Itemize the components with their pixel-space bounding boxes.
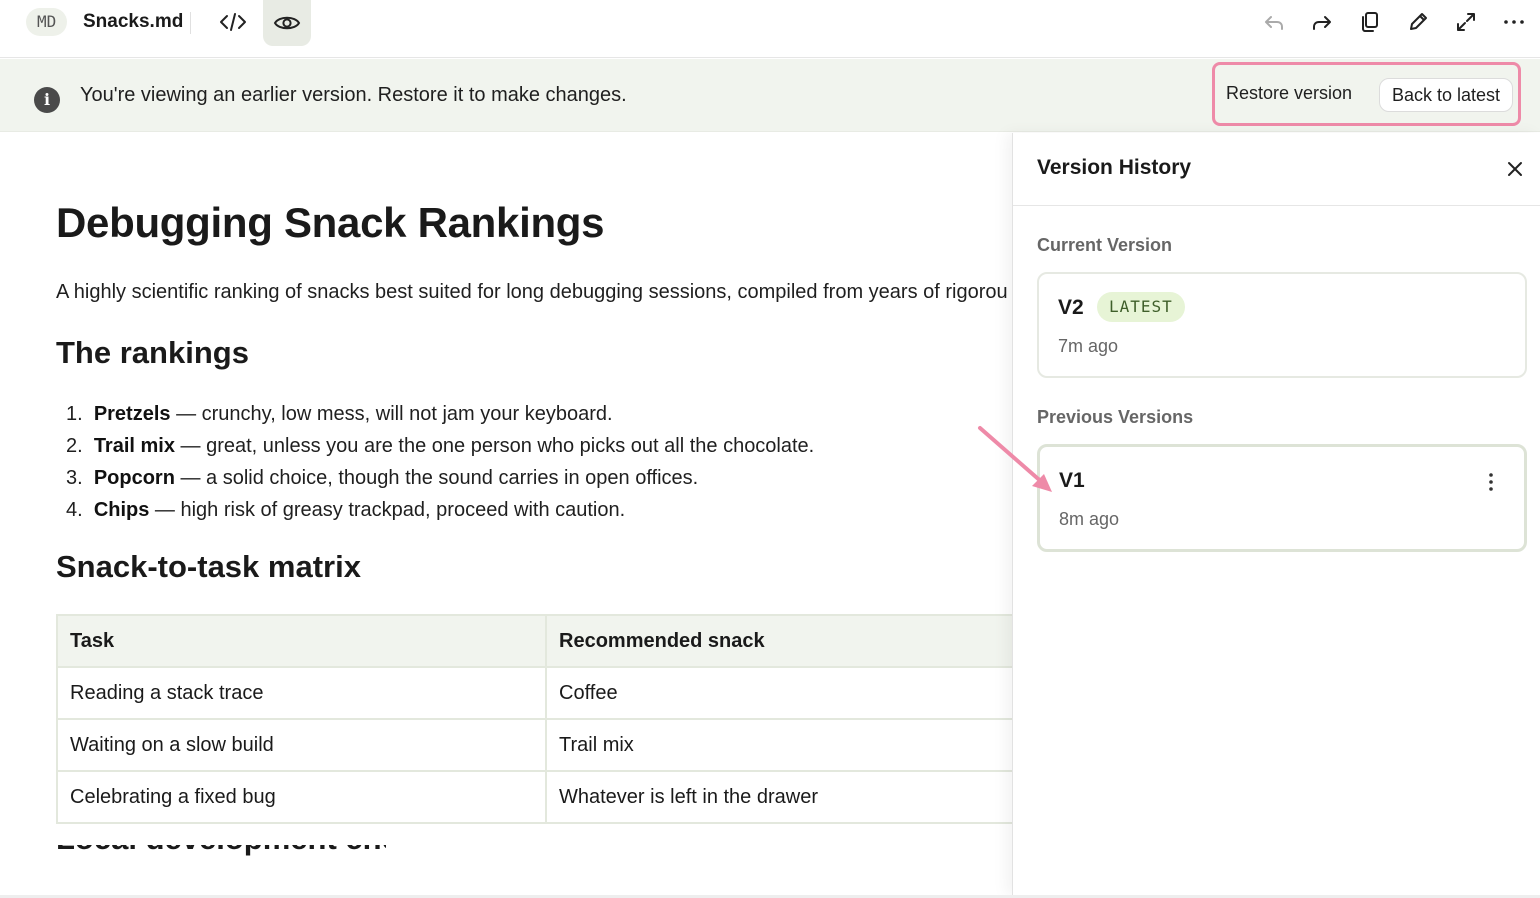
expand-button[interactable] (1450, 6, 1482, 38)
edit-button[interactable] (1402, 6, 1434, 38)
snack-task-table: Task Recommended snack Reading a stack t… (56, 614, 1012, 824)
info-icon: i (34, 87, 60, 113)
table-row: Reading a stack trace Coffee (56, 666, 1012, 720)
version-time: 7m ago (1058, 336, 1119, 356)
expand-icon (1457, 13, 1475, 31)
table-cell: Waiting on a slow build (56, 718, 547, 772)
list-item: 1. Pretzels — crunchy, low mess, will no… (66, 403, 613, 425)
version-card-v1[interactable]: V1 8m ago (1037, 444, 1527, 552)
copy-icon (1362, 12, 1378, 32)
file-type-badge: MD (26, 8, 68, 36)
version-history-panel: Version History Current Version V2 LATES… (1012, 133, 1540, 895)
document-intro: A highly scientific ranking of snacks be… (56, 281, 1008, 303)
version-name: V2 (1058, 296, 1084, 319)
table-header-cell: Recommended snack (545, 614, 1012, 668)
pencil-icon (1410, 13, 1427, 30)
back-to-latest-button[interactable]: Back to latest (1379, 78, 1513, 112)
code-brackets-icon (220, 13, 246, 31)
file-name: Snacks.md (83, 11, 184, 32)
toolbar-divider (190, 12, 191, 34)
document-title: Debugging Snack Rankings (56, 199, 605, 246)
table-row: Celebrating a fixed bug Whatever is left… (56, 770, 1012, 824)
close-panel-button[interactable] (1501, 155, 1529, 183)
more-options-button[interactable] (1498, 6, 1530, 38)
current-version-label: Current Version (1037, 235, 1173, 255)
rankings-list: 1. Pretzels — crunchy, low mess, will no… (66, 398, 814, 526)
redo-icon (1313, 16, 1331, 30)
eye-icon (273, 16, 301, 30)
code-view-toggle[interactable] (209, 0, 257, 44)
table-header-cell: Task (56, 614, 547, 668)
table-header-row: Task Recommended snack (56, 614, 1012, 668)
undo-button[interactable] (1258, 6, 1290, 38)
table-cell: Reading a stack trace (56, 666, 547, 720)
version-card-current[interactable]: V2 LATEST 7m ago (1037, 272, 1527, 378)
banner-actions: Restore version Back to latest (1212, 62, 1521, 126)
close-icon (1508, 162, 1522, 176)
restore-version-button[interactable]: Restore version (1226, 83, 1352, 104)
table-cell: Celebrating a fixed bug (56, 770, 547, 824)
table-cell: Coffee (545, 666, 1012, 720)
copy-button[interactable] (1354, 6, 1386, 38)
document-preview: Debugging Snack Rankings A highly scient… (0, 133, 1012, 895)
list-item: 4. Chips — high risk of greasy trackpad,… (66, 499, 626, 521)
earlier-version-banner: i You're viewing an earlier version. Res… (0, 59, 1540, 132)
list-item: 2. Trail mix — great, unless you are the… (66, 435, 815, 457)
annotation-arrow-icon (978, 426, 1052, 492)
table-cell: Whatever is left in the drawer (545, 770, 1012, 824)
next-heading-partial: Local development checklist (56, 845, 386, 859)
list-item: 3. Popcorn — a solid choice, though the … (66, 467, 699, 489)
table-row: Waiting on a slow build Trail mix (56, 718, 1012, 772)
banner-message: You're viewing an earlier version. Resto… (80, 84, 627, 106)
table-cell: Trail mix (545, 718, 1012, 772)
preview-toggle[interactable] (263, 0, 311, 46)
latest-badge: LATEST (1097, 292, 1185, 322)
rankings-heading: The rankings (56, 335, 249, 370)
matrix-heading: Snack-to-task matrix (56, 549, 361, 584)
panel-divider (1013, 205, 1540, 206)
undo-icon (1265, 16, 1283, 30)
version-history-title: Version History (1037, 156, 1192, 179)
more-horizontal-icon (1504, 20, 1524, 24)
version-time: 8m ago (1059, 509, 1120, 529)
top-toolbar: MD Snacks.md (0, 0, 1540, 58)
redo-button[interactable] (1306, 6, 1338, 38)
version-menu-button[interactable] (1478, 467, 1504, 497)
more-vertical-icon (1489, 473, 1493, 491)
